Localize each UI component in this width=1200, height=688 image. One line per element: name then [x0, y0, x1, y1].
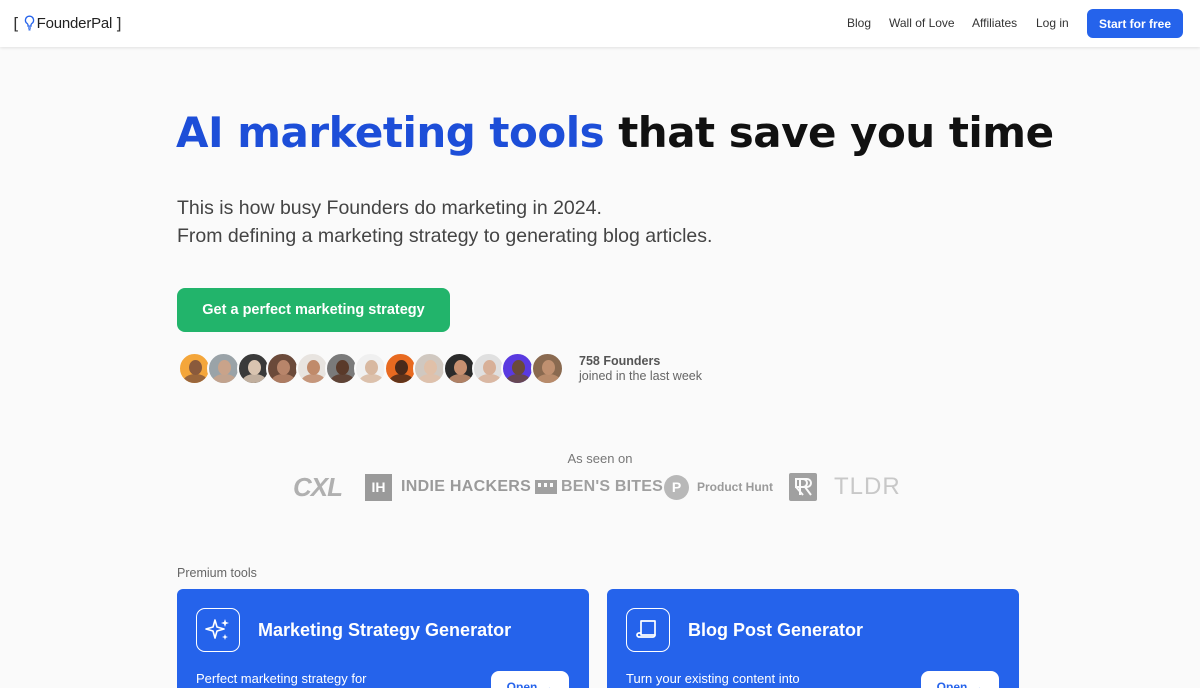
open-button[interactable]: Open → — [491, 671, 569, 688]
card-title: Blog Post Generator — [688, 620, 864, 640]
founder-avatar — [354, 352, 388, 385]
indie-hackers-wordmark: INDIE HACKERS — [401, 478, 532, 495]
start-for-free-button[interactable]: Start for free — [1087, 9, 1183, 38]
avatar-head — [336, 360, 349, 375]
open-label: Open — [506, 680, 538, 688]
avatar-body — [183, 374, 208, 383]
avatar-body — [330, 374, 355, 383]
avatar-head — [424, 360, 438, 375]
founder-avatar — [442, 352, 476, 385]
card-title: Marketing Strategy Generator — [258, 620, 512, 640]
hero-title-rest: that save you time — [618, 108, 1054, 157]
sparkles-icon — [196, 608, 240, 652]
founders-count: 758 Founders — [579, 354, 661, 368]
brand-logo[interactable]: [ FounderPal ] — [11, 13, 124, 33]
founder-avatar — [295, 352, 329, 385]
lightbulb-icon — [24, 15, 34, 31]
nav-link-blog[interactable]: Blog — [847, 16, 871, 30]
blog-post-card[interactable]: Blog Post Generator Turn your existing c… — [607, 589, 1019, 688]
rr-icon — [789, 473, 817, 501]
founders-joined: 758 Founders joined in the last week — [579, 354, 702, 384]
logo-bracket-left: [ — [11, 13, 21, 33]
founder-avatar — [472, 352, 505, 385]
open-button[interactable]: Open → — [921, 671, 999, 688]
avatar-body — [271, 374, 297, 383]
cxl-logo: CXL — [293, 471, 343, 502]
founder-avatar — [178, 352, 211, 385]
avatar-head — [453, 360, 467, 375]
indie-hackers-logo: IH INDIE HACKERS — [365, 473, 531, 501]
rr-logo — [789, 473, 817, 501]
nav-link-login[interactable]: Log in — [1036, 16, 1069, 30]
marketing-strategy-card[interactable]: Marketing Strategy Generator Perfect mar… — [177, 589, 589, 688]
founder-avatar — [325, 352, 358, 385]
get-marketing-strategy-button[interactable]: Get a perfect marketing strategy — [177, 288, 450, 332]
founders-caption: joined in the last week — [579, 369, 702, 383]
nav-link-affiliates[interactable]: Affiliates — [972, 16, 1017, 30]
card-description: Perfect marketing strategy for — [196, 671, 367, 686]
bens-bites-wordmark: BEN'S BITES — [561, 478, 664, 495]
top-navbar: [ FounderPal ] Blog Wall of Love Affilia… — [0, 0, 1200, 47]
product-hunt-logo: P Product Hunt — [664, 473, 773, 501]
avatar-head — [277, 360, 291, 375]
avatar-head — [306, 360, 320, 375]
avatar-body — [447, 374, 473, 383]
hero-title-highlight: AI marketing tools — [176, 108, 605, 157]
avatar-body — [300, 374, 326, 383]
avatar-body — [418, 374, 444, 383]
bens-bites-logo: BEN'S BITES — [534, 473, 663, 501]
founder-avatar — [501, 352, 535, 385]
as-seen-on-label: As seen on — [567, 451, 633, 466]
avatar-head — [541, 360, 555, 375]
premium-tools-label: Premium tools — [177, 566, 257, 580]
brand-name: FounderPal — [36, 14, 113, 32]
avatar-head — [247, 360, 261, 375]
nav-link-wall-of-love[interactable]: Wall of Love — [889, 16, 955, 30]
arrow-right-icon: → — [971, 680, 984, 688]
avatar-body — [477, 374, 502, 383]
avatar-head — [512, 360, 526, 375]
card-description: Turn your existing content into — [626, 671, 800, 686]
founder-avatar — [207, 352, 241, 385]
arrow-right-icon: → — [541, 680, 554, 688]
hero-subtitle-line-1: This is how busy Founders do marketing i… — [177, 197, 602, 219]
tldr-logo: TLDR — [834, 473, 901, 500]
avatar-head — [394, 360, 408, 375]
avatar-body — [359, 374, 385, 383]
product-hunt-mark: P — [664, 474, 689, 500]
avatar-head — [483, 360, 496, 375]
indie-hackers-mark: IH — [365, 473, 392, 501]
avatar-body — [212, 374, 238, 383]
founder-avatar — [266, 352, 300, 385]
hero-subtitle-line-2: From defining a marketing strategy to ge… — [177, 225, 713, 247]
avatar-body — [535, 374, 561, 383]
logo-bracket-right: ] — [114, 13, 124, 33]
founder-avatar — [236, 352, 270, 385]
founder-avatar — [413, 352, 447, 385]
bens-bites-icon — [535, 480, 557, 494]
avatar-head — [218, 360, 232, 375]
founder-avatar — [383, 352, 417, 385]
product-hunt-wordmark: Product Hunt — [697, 480, 773, 494]
avatar-head — [365, 360, 379, 375]
avatar-body — [506, 374, 532, 383]
avatar-head — [189, 360, 202, 375]
open-label: Open — [936, 680, 968, 688]
hero-title: AI marketing tools that save you time — [176, 108, 1054, 157]
founder-avatar — [530, 352, 564, 385]
avatar-body — [388, 374, 414, 383]
document-icon — [626, 608, 670, 652]
avatar-body — [241, 374, 267, 383]
